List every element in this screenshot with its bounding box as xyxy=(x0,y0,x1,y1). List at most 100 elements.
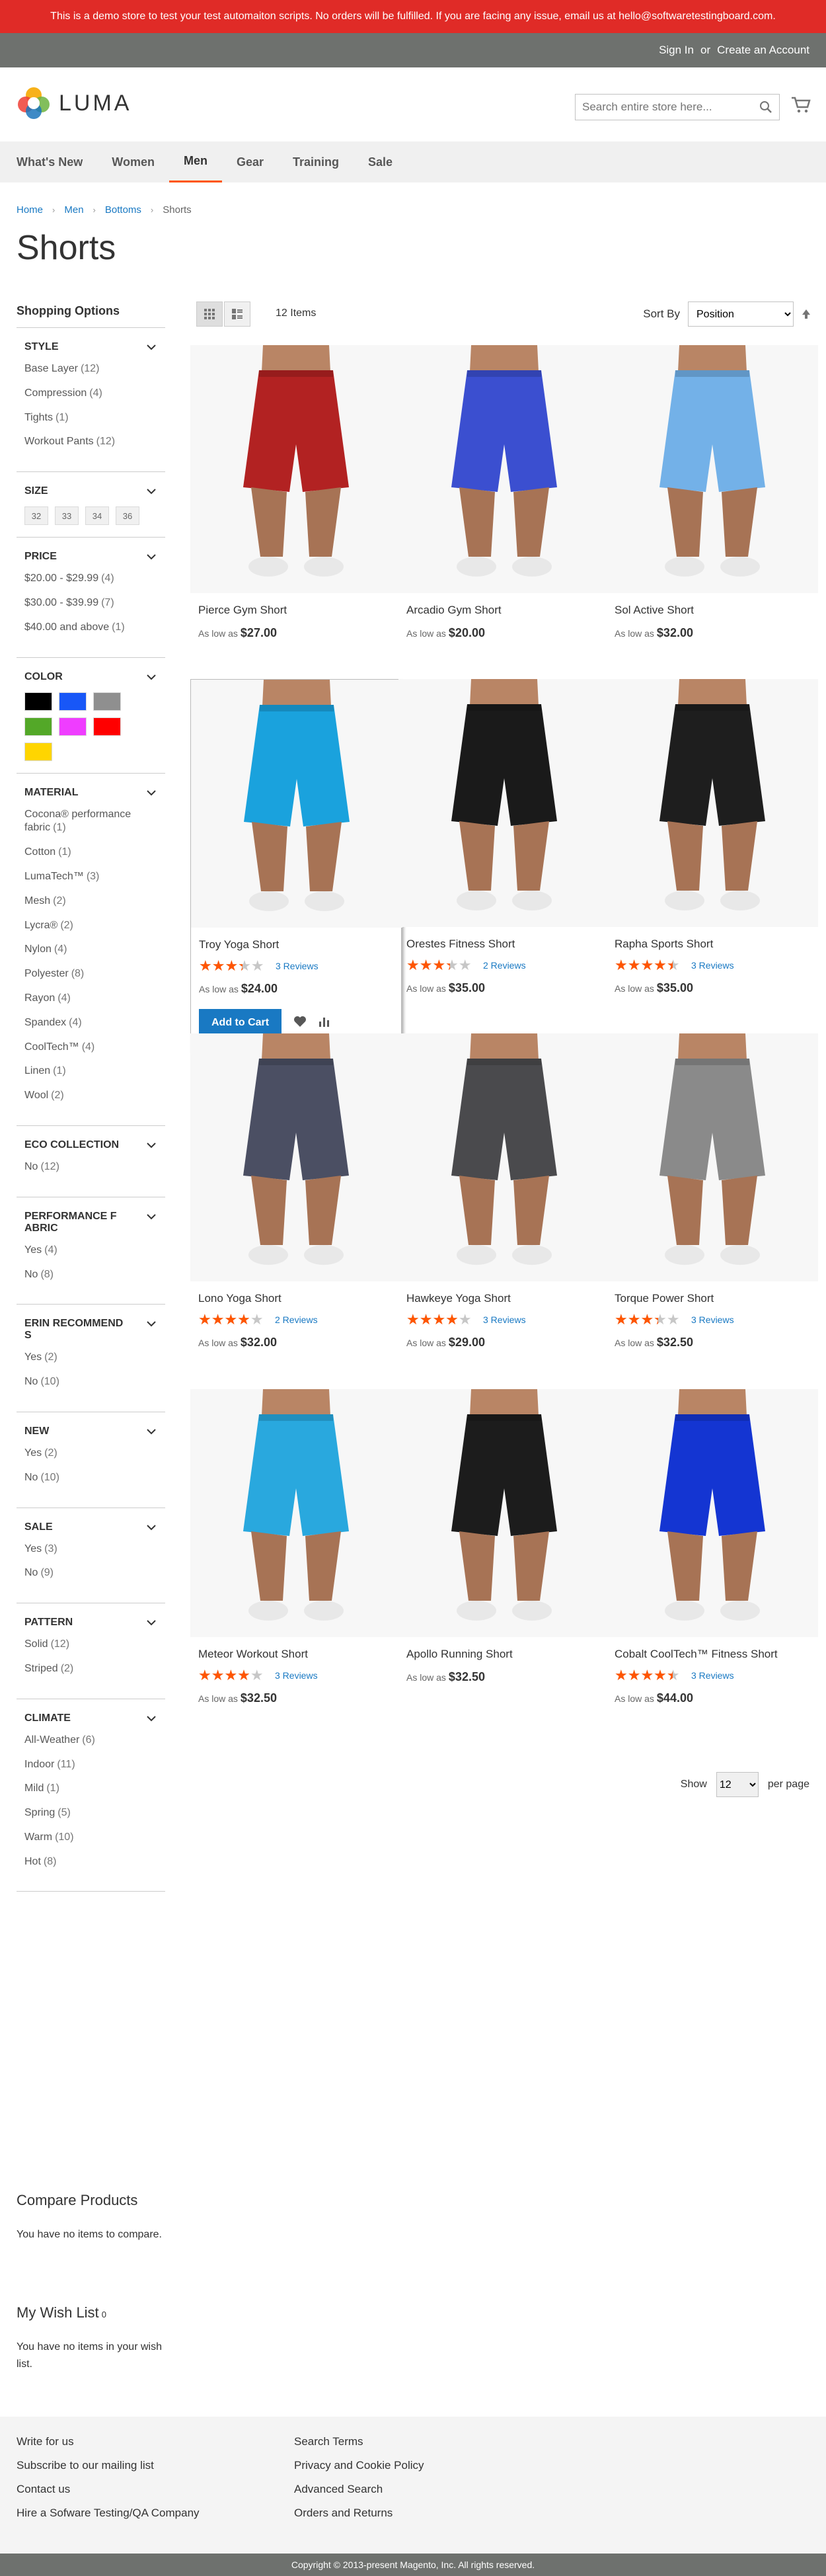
product-name-link[interactable]: Rapha Sports Short xyxy=(615,938,818,951)
filter-color-title[interactable]: Color xyxy=(24,671,157,683)
filter-option[interactable]: $30.00 - $39.99 (7) xyxy=(24,596,157,610)
filter-erin-title[interactable]: Erin Recommends xyxy=(24,1318,157,1342)
product-item[interactable]: Torque Power Short ★★★★★★★★★★ 3 Reviews As … xyxy=(607,1033,818,1349)
breadcrumb-men[interactable]: Men xyxy=(64,204,83,216)
nav-whats-new[interactable]: What's New xyxy=(17,141,97,182)
filter-option-label[interactable]: Nylon xyxy=(24,944,52,955)
filter-option[interactable]: Compression (4) xyxy=(24,387,157,401)
filter-option-label[interactable]: Striped xyxy=(24,1663,58,1674)
filter-option[interactable]: Solid (12) xyxy=(24,1638,157,1652)
nav-men[interactable]: Men xyxy=(169,141,222,182)
filter-option[interactable]: Spandex (4) xyxy=(24,1016,157,1030)
footer-link-subscribe[interactable]: Subscribe to our mailing list xyxy=(17,2459,200,2472)
filter-option[interactable]: Indoor (11) xyxy=(24,1758,157,1772)
product-item[interactable]: Orestes Fitness Short ★★★★★★★★★★ 2 Reviews… xyxy=(398,679,610,995)
product-name-link[interactable]: Hawkeye Yoga Short xyxy=(406,1292,610,1305)
filter-option-label[interactable]: No xyxy=(24,1472,38,1483)
filter-option-label[interactable]: No xyxy=(24,1161,38,1172)
filter-option-label[interactable]: $30.00 - $39.99 xyxy=(24,597,98,608)
filter-option-label[interactable]: $20.00 - $29.99 xyxy=(24,573,98,584)
filter-option-label[interactable]: Warm xyxy=(24,1831,52,1843)
compare-icon[interactable] xyxy=(319,1016,330,1031)
product-image[interactable] xyxy=(398,345,610,593)
filter-option[interactable]: CoolTech™ (4) xyxy=(24,1041,157,1055)
product-name-link[interactable]: Lono Yoga Short xyxy=(198,1292,402,1305)
footer-link-write-for-us[interactable]: Write for us xyxy=(17,2435,200,2448)
filter-option-label[interactable]: Yes xyxy=(24,1543,42,1554)
filter-option[interactable]: Base Layer (12) xyxy=(24,362,157,376)
product-image[interactable] xyxy=(607,1033,818,1281)
add-to-cart-button[interactable]: Add to Cart xyxy=(199,1009,282,1037)
product-reviews-link[interactable]: 3 Reviews xyxy=(691,1314,734,1325)
product-image[interactable] xyxy=(607,345,818,593)
product-reviews-link[interactable]: 2 Reviews xyxy=(483,960,526,971)
filter-option-label[interactable]: Wool xyxy=(24,1090,48,1101)
product-name-link[interactable]: Sol Active Short xyxy=(615,604,818,617)
filter-option-label[interactable]: Yes xyxy=(24,1244,42,1256)
filter-option-label[interactable]: LumaTech™ xyxy=(24,871,84,882)
color-swatch[interactable] xyxy=(59,692,87,711)
sign-in-link[interactable]: Sign In xyxy=(659,44,694,57)
filter-option[interactable]: Polyester (8) xyxy=(24,967,157,981)
filter-option-label[interactable]: Workout Pants xyxy=(24,436,94,447)
footer-link-hire[interactable]: Hire a Sofware Testing/QA Company xyxy=(17,2507,200,2520)
filter-material-title[interactable]: Material xyxy=(24,787,157,799)
grid-view-icon[interactable] xyxy=(196,302,223,327)
color-swatch[interactable] xyxy=(93,717,121,736)
footer-link-advanced-search[interactable]: Advanced Search xyxy=(294,2483,424,2496)
logo[interactable]: LUMA xyxy=(17,86,131,120)
breadcrumb-bottoms[interactable]: Bottoms xyxy=(105,204,141,216)
filter-option[interactable]: Lycra® (2) xyxy=(24,919,157,933)
filter-option[interactable]: Hot (8) xyxy=(24,1855,157,1869)
color-swatch[interactable] xyxy=(93,692,121,711)
filter-option-label[interactable]: Hot xyxy=(24,1856,41,1867)
size-swatch[interactable]: 36 xyxy=(116,506,139,526)
product-image[interactable] xyxy=(398,1389,610,1637)
color-swatch[interactable] xyxy=(59,717,87,736)
filter-option[interactable]: Rayon (4) xyxy=(24,992,157,1006)
filter-option[interactable]: Tights (1) xyxy=(24,411,157,425)
filter-option-label[interactable]: Indoor xyxy=(24,1759,54,1770)
product-image[interactable] xyxy=(190,1033,402,1281)
nav-gear[interactable]: Gear xyxy=(222,141,278,182)
footer-link-orders-returns[interactable]: Orders and Returns xyxy=(294,2507,424,2520)
filter-option-label[interactable]: Spring xyxy=(24,1807,55,1818)
filter-option[interactable]: Mild (1) xyxy=(24,1782,157,1796)
product-item[interactable]: Meteor Workout Short ★★★★★★★★★★ 3 Reviews A… xyxy=(190,1389,402,1705)
filter-option-label[interactable]: Polyester xyxy=(24,968,69,979)
product-reviews-link[interactable]: 3 Reviews xyxy=(691,960,734,971)
filter-style-title[interactable]: Style xyxy=(24,341,157,353)
filter-option-label[interactable]: Base Layer xyxy=(24,363,78,374)
breadcrumb-home[interactable]: Home xyxy=(17,204,43,216)
filter-option[interactable]: Yes (4) xyxy=(24,1244,157,1258)
product-name-link[interactable]: Troy Yoga Short xyxy=(199,938,401,951)
filter-climate-title[interactable]: Climate xyxy=(24,1712,157,1724)
product-item[interactable]: Rapha Sports Short ★★★★★★★★★★ 3 Reviews As … xyxy=(607,679,818,995)
filter-option[interactable]: No (10) xyxy=(24,1375,157,1389)
product-item[interactable]: Lono Yoga Short ★★★★★★★★★★ 2 Reviews As low… xyxy=(190,1033,402,1349)
filter-option-label[interactable]: No xyxy=(24,1376,38,1387)
filter-option[interactable]: No (8) xyxy=(24,1268,157,1282)
filter-option[interactable]: $40.00 and above (1) xyxy=(24,621,157,635)
product-item[interactable]: Hawkeye Yoga Short ★★★★★★★★★★ 3 Reviews As … xyxy=(398,1033,610,1349)
filter-option-label[interactable]: Cotton xyxy=(24,846,56,858)
product-reviews-link[interactable]: 3 Reviews xyxy=(275,1670,318,1681)
nav-women[interactable]: Women xyxy=(97,141,169,182)
filter-option-label[interactable]: All-Weather xyxy=(24,1734,79,1746)
heart-wishlist-icon[interactable] xyxy=(293,1016,307,1031)
filter-option[interactable]: No (10) xyxy=(24,1471,157,1485)
filter-option-label[interactable]: Yes xyxy=(24,1351,42,1363)
product-reviews-link[interactable]: 2 Reviews xyxy=(275,1314,318,1325)
size-swatch[interactable]: 32 xyxy=(24,506,48,526)
create-account-link[interactable]: Create an Account xyxy=(717,44,809,57)
product-image[interactable] xyxy=(398,1033,610,1281)
filter-option[interactable]: Cocona® performance fabric (1) xyxy=(24,808,157,836)
filter-sale-title[interactable]: Sale xyxy=(24,1521,157,1533)
filter-option[interactable]: LumaTech™ (3) xyxy=(24,870,157,884)
filter-option-label[interactable]: No xyxy=(24,1269,38,1280)
product-item[interactable]: Apollo Running Short As low as $32.50 xyxy=(398,1389,610,1684)
filter-option[interactable]: Linen (1) xyxy=(24,1065,157,1078)
limiter-select[interactable]: 12 xyxy=(716,1772,759,1797)
filter-option[interactable]: Striped (2) xyxy=(24,1662,157,1676)
footer-link-contact[interactable]: Contact us xyxy=(17,2483,200,2496)
